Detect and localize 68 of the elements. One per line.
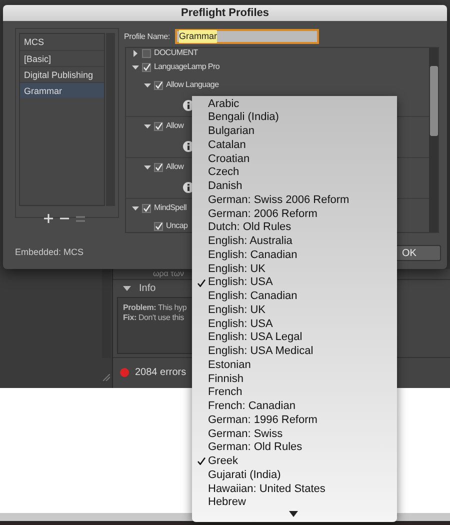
menu-item[interactable]: French: Canadian [192, 400, 397, 414]
embedded-label: Embedded: MCS [15, 246, 84, 259]
rule-label: MindSpell [154, 202, 186, 214]
info-text: Fix: Don't use this [123, 313, 185, 323]
checkbox[interactable] [142, 62, 151, 72]
menu-item[interactable]: German: Swiss [192, 427, 397, 441]
checkbox[interactable] [154, 80, 163, 90]
menu-item[interactable]: English: Canadian [192, 290, 397, 304]
menu-item[interactable]: Croatian [192, 152, 397, 166]
rule-label: Uncap [166, 220, 188, 232]
scroll-down-arrow-icon[interactable] [289, 511, 298, 517]
menu-item[interactable]: Hawaiian: United States [192, 482, 397, 496]
row-text: ωρα των [153, 269, 184, 279]
menu-item[interactable]: English: USA Legal [192, 330, 397, 344]
menu-item[interactable]: Estonian [192, 358, 397, 372]
menu-item[interactable]: French [192, 386, 397, 400]
resize-grip-icon[interactable] [103, 374, 110, 381]
menu-item[interactable]: English: UK [192, 262, 397, 276]
menu-item[interactable]: German: Old Rules [192, 440, 397, 454]
field-label: Profile Name: [124, 31, 170, 43]
expand-triangle-icon[interactable] [123, 286, 131, 292]
menu-item[interactable]: Finnish [192, 372, 397, 386]
menu-item[interactable]: English: USA Medical [192, 344, 397, 358]
info-text: Problem: This hyp [123, 303, 188, 313]
menu-item[interactable]: Gujarati (India) [192, 468, 397, 482]
menu-item[interactable]: Hebrew [192, 496, 397, 510]
rule-label: Allow [166, 161, 184, 173]
collapse-triangle-icon[interactable] [132, 204, 139, 212]
profile-item[interactable]: MCS [20, 34, 104, 50]
menu-item[interactable]: German: 2006 Reform [192, 207, 397, 221]
collapse-triangle-icon[interactable] [132, 64, 139, 70]
menu-item[interactable]: Arabic [192, 97, 397, 111]
scrollbar[interactable] [102, 268, 111, 358]
profile-item[interactable]: [Basic] [20, 50, 104, 66]
collapse-triangle-icon[interactable] [144, 164, 151, 170]
menu-item[interactable]: English: USA [192, 317, 397, 331]
checkbox[interactable] [154, 162, 163, 172]
checkbox[interactable] [154, 222, 163, 230]
section-header[interactable]: Info [139, 281, 156, 296]
menu-item[interactable]: Bulgarian [192, 124, 397, 138]
checkbox[interactable] [142, 48, 151, 58]
rule-label: Allow [166, 120, 184, 132]
menu-item[interactable]: Danish [192, 180, 397, 194]
menu-item[interactable]: Greek [192, 454, 397, 468]
menu-item[interactable]: Bengali (India) [192, 110, 397, 124]
expand-triangle-icon[interactable] [132, 50, 139, 56]
menu-item[interactable]: German: Swiss 2006 Reform [192, 193, 397, 207]
plus-icon[interactable] [44, 214, 53, 223]
menu-item[interactable]: Catalan [192, 138, 397, 152]
rule-label: DOCUMENT [154, 48, 198, 59]
checkbox[interactable] [154, 122, 163, 130]
checkbox[interactable] [142, 204, 151, 212]
scrollbar-thumb[interactable] [430, 66, 438, 136]
menu-item[interactable]: Dutch: Old Rules [192, 220, 397, 234]
profile-name-field[interactable]: Grammar [175, 29, 319, 44]
profile-item[interactable]: Grammar [20, 82, 104, 98]
menu-item[interactable]: German: 1996 Reform [192, 413, 397, 427]
rule-label: Allow Language [166, 79, 219, 91]
menu-item[interactable]: Czech [192, 166, 397, 180]
error-status-icon [120, 368, 129, 377]
collapse-triangle-icon[interactable] [144, 82, 151, 88]
error-count: 2084 errors [135, 366, 186, 380]
collapse-triangle-icon[interactable] [144, 122, 151, 130]
menu-item[interactable]: English: USA [192, 276, 397, 290]
window-title: Preflight Profiles [180, 6, 270, 21]
scrollbar[interactable] [429, 48, 438, 232]
menu-item[interactable]: English: UK [192, 303, 397, 317]
rule-label: LanguageLamp Pro [154, 61, 220, 73]
